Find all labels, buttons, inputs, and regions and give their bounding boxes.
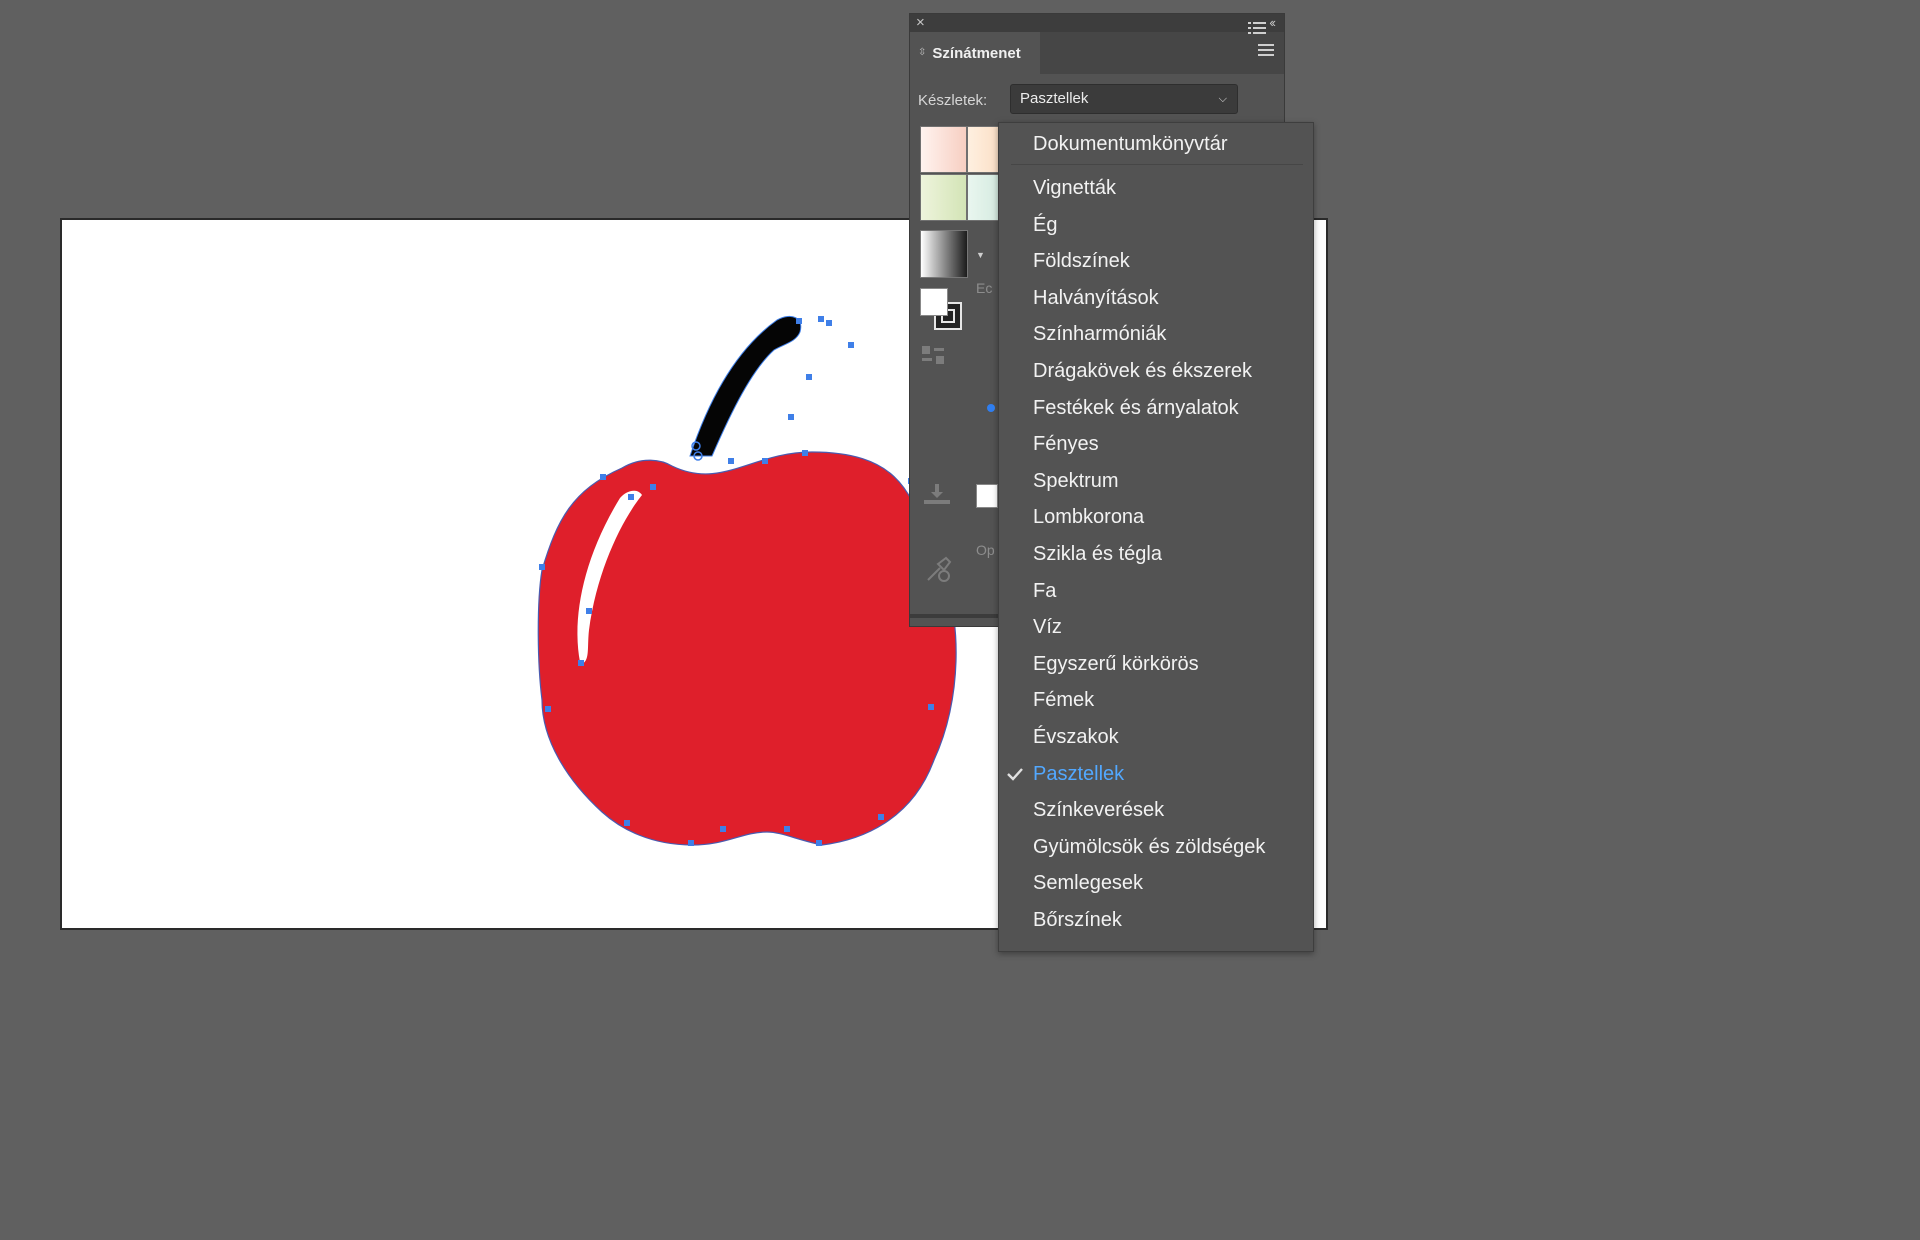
menu-item[interactable]: Lombkorona (1033, 502, 1144, 532)
checkmark-icon (1007, 768, 1023, 781)
menu-item[interactable]: Spektrum (1033, 466, 1119, 496)
bullet-indicator-icon (987, 404, 995, 412)
panel-topbar: × ‹‹ (910, 14, 1284, 32)
menu-item[interactable]: Földszínek (1033, 246, 1130, 276)
gradient-sample[interactable] (920, 230, 968, 278)
gradient-swatch[interactable] (920, 126, 967, 173)
swap-fill-stroke-icon[interactable] (922, 346, 948, 370)
menu-item[interactable]: Évszakok (1033, 722, 1119, 752)
faded-label-opacity: Op (976, 542, 995, 558)
hamburger-menu-icon[interactable] (1258, 44, 1274, 58)
presets-menu: Dokumentumkönyvtár Vignetták Ég Földszínek… (987, 122, 1314, 952)
gradient-stop-swatch[interactable] (976, 484, 998, 508)
menu-item[interactable]: Színkeverések (1033, 795, 1164, 825)
panel-title: Színátmenet (932, 44, 1021, 62)
menu-item[interactable]: Ég (1033, 210, 1057, 240)
menu-item[interactable]: Fényes (1033, 429, 1099, 459)
apple-stem (689, 316, 802, 457)
faded-label-edit: Ec (976, 280, 993, 296)
menu-item[interactable]: Pasztellek (1033, 759, 1124, 789)
gradient-dropdown-icon[interactable]: ▼ (976, 250, 985, 260)
gradient-swatch[interactable] (920, 174, 967, 221)
panel-tabbar: ⇳ Színátmenet (910, 32, 1284, 74)
tab-gradient[interactable]: ⇳ Színátmenet (910, 32, 1040, 74)
save-gradient-icon[interactable] (924, 484, 950, 506)
presets-row: Készletek: Pasztellek ⌵ (918, 84, 1238, 116)
apple-body (537, 451, 957, 846)
list-view-icon[interactable] (1248, 22, 1266, 36)
dropdown-chevron-icon: ⌵ (1218, 93, 1227, 105)
menu-item[interactable]: Fémek (1033, 685, 1094, 715)
menu-item[interactable]: Szikla és tégla (1033, 539, 1162, 569)
menu-item[interactable]: Bőrszínek (1033, 905, 1122, 935)
menu-item[interactable]: Semlegesek (1033, 868, 1143, 898)
presets-label: Készletek: (918, 91, 988, 109)
gradient-swatch-grid (920, 126, 1014, 224)
fill-color-box[interactable] (920, 288, 948, 316)
menu-item[interactable]: Festékek és árnyalatok (1033, 393, 1239, 423)
presets-value: Pasztellek (1020, 90, 1089, 107)
menu-separator (1011, 164, 1303, 165)
menu-item[interactable]: Fa (1033, 576, 1056, 606)
menu-item[interactable]: Víz (1033, 612, 1062, 642)
close-icon[interactable]: × (916, 14, 925, 32)
eyedropper-icon[interactable] (924, 554, 954, 584)
menu-item-document-library[interactable]: Dokumentumkönyvtár (1033, 129, 1228, 159)
menu-item[interactable]: Gyümölcsök és zöldségek (1033, 832, 1265, 862)
collapse-panel-icon[interactable]: ‹‹ (1269, 14, 1276, 32)
presets-dropdown[interactable]: Pasztellek ⌵ (1010, 84, 1238, 114)
menu-item[interactable]: Halványítások (1033, 283, 1159, 313)
tab-collapse-arrows-icon[interactable]: ⇳ (918, 48, 926, 58)
menu-item[interactable]: Drágakövek és ékszerek (1033, 356, 1252, 386)
menu-item[interactable]: Színharmóniák (1033, 319, 1166, 349)
menu-item[interactable]: Egyszerű körkörös (1033, 649, 1199, 679)
menu-item[interactable]: Vignetták (1033, 173, 1116, 203)
